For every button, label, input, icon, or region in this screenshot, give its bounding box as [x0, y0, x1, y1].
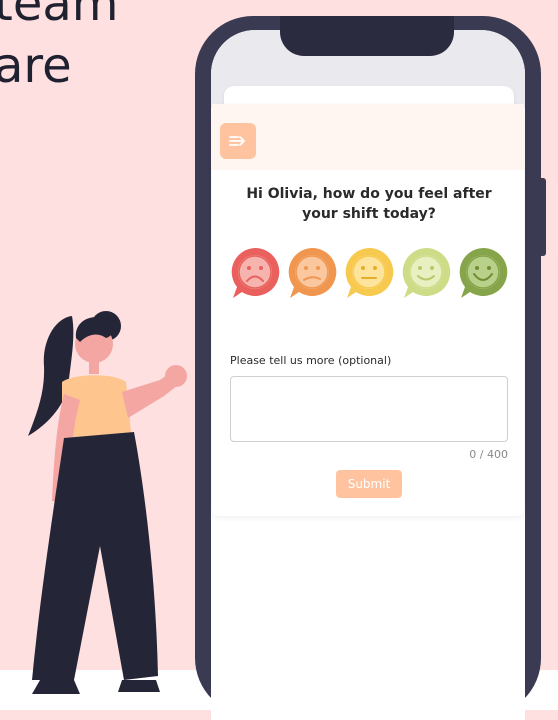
feedback-textarea[interactable]: [230, 376, 508, 442]
mood-rating-group: [229, 246, 511, 300]
menu-button[interactable]: [220, 123, 256, 159]
phone-notch: [280, 16, 454, 56]
rating-sad-button[interactable]: [286, 246, 338, 300]
very-happy-face-icon: [459, 247, 508, 298]
survey-card: Hi Olivia, how do you feel after your sh…: [212, 104, 524, 516]
feedback-label: Please tell us more (optional): [230, 354, 392, 367]
rating-very-sad-button[interactable]: [229, 246, 281, 300]
headline-line-1: team: [0, 0, 119, 32]
headline-line-2: are: [0, 38, 72, 94]
woman-illustration: [28, 311, 187, 694]
happy-face-icon: [402, 247, 451, 298]
menu-arrow-icon: [229, 136, 245, 146]
very-sad-face-icon: [231, 247, 280, 298]
character-counter: 0 / 400: [469, 448, 508, 461]
neutral-face-icon: [345, 247, 394, 298]
submit-button[interactable]: Submit: [336, 470, 402, 498]
rating-happy-button[interactable]: [400, 246, 452, 300]
app-header: [212, 104, 524, 170]
survey-question: Hi Olivia, how do you feel after your sh…: [246, 186, 492, 222]
rating-neutral-button[interactable]: [343, 246, 395, 300]
rating-very-happy-button[interactable]: [457, 246, 509, 300]
sad-face-icon: [288, 247, 337, 298]
phone-side-button: [538, 178, 546, 256]
